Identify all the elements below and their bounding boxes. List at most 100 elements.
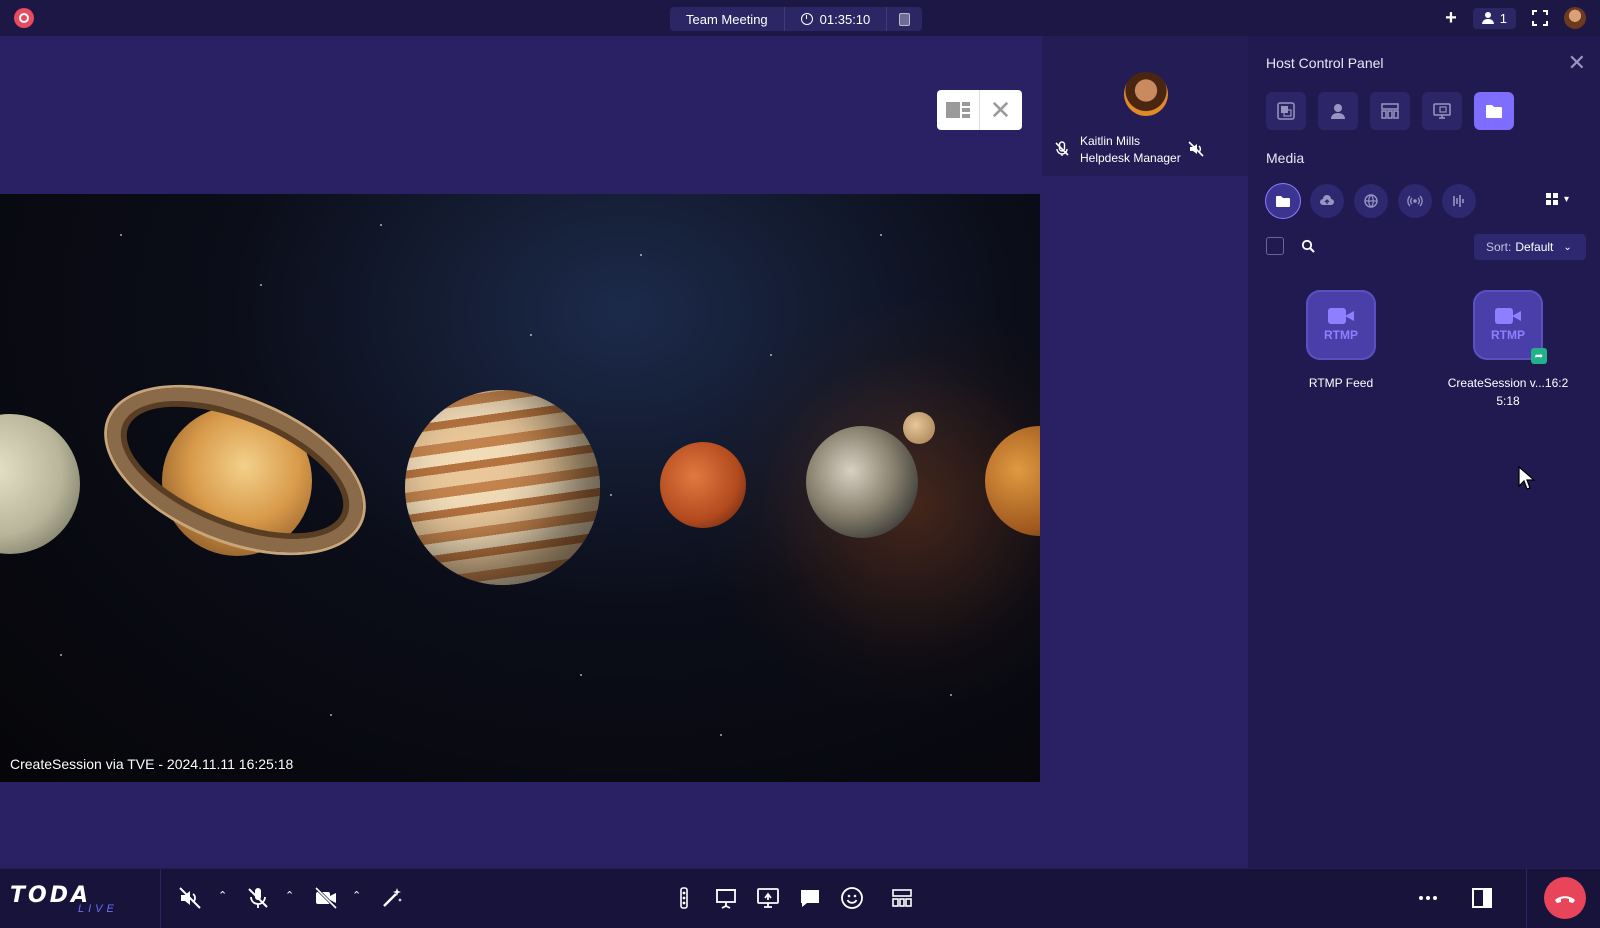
layout-grid-button[interactable] (888, 884, 916, 912)
broadcast-source-button[interactable] (1398, 184, 1432, 218)
broadcast-icon (1407, 195, 1423, 207)
speaker-mute-button[interactable] (176, 884, 204, 912)
vertical-dots-button[interactable] (670, 884, 698, 912)
folder-icon (1276, 196, 1290, 207)
mic-off-icon[interactable] (1054, 141, 1070, 157)
video-feed: CreateSession via TVE - 2024.11.11 16:25… (0, 194, 1040, 782)
host-control-panel: Host Control Panel ✕ Media ▾ Sort: Defau… (1248, 36, 1600, 868)
view-toggle[interactable]: ▾ (1546, 193, 1569, 205)
chevron-up-icon[interactable]: ⌃ (352, 889, 361, 902)
grid-icon (1381, 103, 1399, 119)
grid-view-icon (1546, 193, 1558, 205)
layout-button[interactable] (937, 90, 979, 130)
mic-mute-icon (248, 888, 268, 908)
panel-toggle-icon (1472, 888, 1492, 908)
sort-prefix: Sort: (1486, 240, 1512, 254)
chevron-up-icon[interactable]: ⌃ (285, 889, 294, 902)
bottom-toolbar: TODA LIVE ⌃ ⌃ ⌃ (0, 868, 1600, 928)
audio-bars-icon (1453, 195, 1464, 207)
share-icon: ➦ (1531, 348, 1547, 364)
media-name: RTMP Feed (1308, 376, 1374, 390)
meeting-title: Team Meeting (670, 7, 785, 31)
video-camera-icon (1328, 308, 1354, 324)
audio-source-button[interactable] (1442, 184, 1476, 218)
top-bar: Team Meeting 01:35:10 + 1 (0, 0, 1600, 36)
participant-count: 1 (1499, 10, 1507, 26)
media-item[interactable]: RTMP ➦ CreateSession v...16:2 5:18 (1438, 290, 1578, 410)
effects-button[interactable] (378, 884, 406, 912)
close-button[interactable]: ✕ (979, 90, 1021, 130)
planet-venus (0, 414, 80, 554)
sort-dropdown[interactable]: Sort: Default ⌄ (1474, 234, 1586, 260)
layout-tab-icon (1277, 102, 1295, 120)
plus-icon[interactable]: + (1445, 8, 1457, 28)
monitor-icon (1433, 103, 1451, 119)
chat-button[interactable] (796, 884, 824, 912)
media-thumbnail: RTMP (1306, 290, 1376, 360)
layout-icon (946, 102, 970, 118)
video-camera-icon (1495, 308, 1521, 324)
meeting-info: Team Meeting 01:35:10 (670, 7, 923, 31)
top-right-controls: + 1 (1445, 6, 1586, 30)
speaker-name: Kaitlin Mills (1080, 134, 1141, 148)
camera-off-button[interactable] (312, 884, 340, 912)
planet-mars (660, 442, 746, 528)
screen-share-button[interactable] (754, 884, 782, 912)
cloud-upload-icon (1320, 195, 1334, 205)
end-call-button[interactable] (1544, 877, 1586, 919)
close-icon: ✕ (989, 95, 1012, 125)
elapsed-time: 01:35:10 (819, 11, 871, 27)
sort-value: Default (1515, 240, 1554, 254)
record-icon[interactable] (14, 8, 34, 28)
main-stage: ✕ CreateSession via TVE - 2024.11.11 16:… (0, 36, 1040, 868)
chevron-down-icon: ⌄ (1563, 241, 1572, 253)
media-section-label: Media (1266, 150, 1305, 166)
media-item[interactable]: RTMP RTMP Feed (1271, 290, 1411, 392)
planet-earth (806, 426, 918, 538)
folder-source-button[interactable] (1266, 184, 1300, 218)
participants-tab[interactable] (1318, 92, 1358, 130)
layout-grid-icon (892, 889, 912, 907)
search-icon[interactable] (1301, 239, 1315, 253)
toda-live-logo: TODA LIVE (10, 883, 118, 915)
whiteboard-button[interactable] (712, 884, 740, 912)
panel-tabs (1266, 92, 1514, 130)
select-all-checkbox[interactable] (1266, 237, 1284, 255)
media-name: CreateSession v...16:2 5:18 (1447, 376, 1569, 408)
panel-toggle-button[interactable] (1468, 884, 1496, 912)
media-thumbnail: RTMP ➦ (1473, 290, 1547, 364)
participants-button[interactable]: 1 (1472, 7, 1516, 29)
reactions-button[interactable] (838, 884, 866, 912)
app-root: Team Meeting 01:35:10 + 1 ✕ CreateSessio… (0, 0, 1600, 928)
cloud-source-button[interactable] (1310, 184, 1344, 218)
speaker-off-icon[interactable] (1188, 141, 1204, 157)
more-button[interactable] (1414, 884, 1442, 912)
speaker-avatar (1124, 72, 1168, 116)
thumb-label: RTMP (1324, 328, 1358, 342)
screen-tab[interactable] (1422, 92, 1462, 130)
user-avatar[interactable] (1564, 7, 1586, 29)
media-tab[interactable] (1474, 92, 1514, 130)
globe-icon (1364, 194, 1378, 208)
speaker-tile[interactable]: Kaitlin Mills Helpdesk Manager (1042, 36, 1248, 176)
grid-tab[interactable] (1370, 92, 1410, 130)
camera-off-icon (314, 886, 338, 910)
vertical-dots-icon (680, 887, 688, 909)
fullscreen-icon[interactable] (1531, 9, 1549, 27)
layout-tab[interactable] (1266, 92, 1306, 130)
mic-mute-button[interactable] (244, 884, 272, 912)
magic-wand-icon (383, 888, 402, 907)
planet-moon (903, 412, 935, 444)
web-source-button[interactable] (1354, 184, 1388, 218)
copy-button[interactable] (887, 7, 922, 31)
media-source-filters (1266, 184, 1476, 218)
chevron-up-icon[interactable]: ⌃ (218, 889, 227, 902)
clock-icon (800, 13, 813, 25)
copy-icon (899, 12, 911, 26)
mouse-cursor-icon (1518, 466, 1536, 490)
planet-jupiter (405, 390, 600, 585)
people-icon (1481, 12, 1494, 24)
chat-icon (801, 890, 819, 907)
person-icon (1331, 104, 1345, 119)
close-icon[interactable]: ✕ (1568, 52, 1586, 74)
